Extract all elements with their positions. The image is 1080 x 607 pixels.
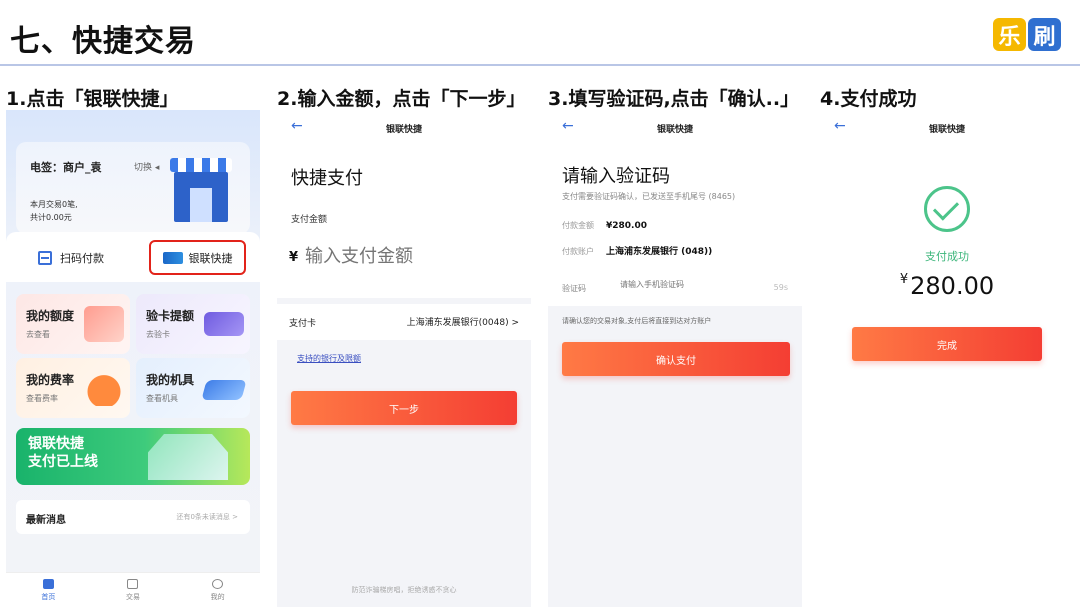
phone-verify-screen: ← 银联快捷 请输入验证码 支付需要验证码确认，已发送至手机尾号 (8465) …	[548, 110, 802, 607]
phone-success-screen: ← 银联快捷 支付成功 ¥280.00 完成	[820, 110, 1074, 607]
payment-card-value: 上海浦东发展银行(0048) >	[406, 318, 519, 328]
tile-sub: 查看费率	[26, 394, 58, 403]
nav-bar: ← 银联快捷	[820, 110, 1074, 144]
stats-line-1: 本月交易0笔,	[30, 200, 78, 209]
amount-label: 付款金额	[562, 221, 594, 230]
nav-bar: ← 银联快捷	[277, 110, 531, 144]
account-value: 上海浦东发展银行 (048))	[606, 247, 713, 257]
cash-icon	[84, 306, 124, 342]
stats-line-2: 共计0.00元	[30, 213, 72, 222]
unionpay-card-icon	[162, 251, 183, 264]
account-label: 付款账户	[562, 247, 594, 256]
banner-line-2: 支付已上线	[28, 454, 98, 470]
switch-merchant-button[interactable]: 切换 ◂	[134, 160, 159, 173]
scan-icon	[38, 251, 52, 265]
step-title-2: 2.输入金额，点击「下一步」	[277, 88, 526, 110]
logo-char-1: 乐	[993, 18, 1026, 51]
title-divider	[0, 64, 1080, 66]
news-meta: 还有0条未读消息 >	[176, 513, 238, 521]
quick-actions: 扫码付款 银联快捷	[6, 232, 260, 282]
done-button[interactable]: 完成	[852, 327, 1042, 361]
merchant-card: 电签：商户_袁 切换 ◂ 本月交易0笔, 共计0.00元	[16, 142, 250, 234]
tab-label: 我的	[210, 592, 225, 601]
confirm-pay-button[interactable]: 确认支付	[562, 342, 790, 376]
tile-sub: 查看机具	[146, 394, 178, 403]
success-check-icon	[924, 186, 970, 232]
countdown-timer[interactable]: 59s	[774, 283, 788, 292]
payment-card-row[interactable]: 支付卡 上海浦东发展银行(0048) >	[277, 304, 531, 340]
money-bag-icon	[84, 370, 124, 406]
amount-card: 快捷支付 支付金额 ¥	[277, 144, 531, 298]
unionpay-quick-label: 银联快捷	[188, 251, 233, 265]
yen-symbol: ¥	[289, 250, 299, 265]
scan-pay-label: 扫码付款	[60, 252, 104, 265]
tile-title: 我的机具	[146, 373, 195, 387]
news-title: 最新消息	[26, 515, 66, 526]
tab-label: 首页	[41, 592, 56, 601]
scan-pay-button[interactable]: 扫码付款	[38, 250, 104, 266]
amount-input[interactable]	[305, 246, 505, 267]
page-heading: 快捷支付	[291, 168, 363, 189]
code-label: 验证码	[562, 284, 586, 293]
tab-label: 交易	[125, 592, 140, 601]
success-text: 支付成功	[925, 250, 969, 263]
step-title-1: 1.点击「银联快捷」	[6, 88, 179, 110]
banner-illustration	[148, 434, 228, 480]
confirm-note: 请确认您的交易对象,支付后将直接到达对方账户	[562, 317, 712, 325]
merchant-name: 电签：商户_袁	[30, 161, 102, 174]
phone-home-screen: 电签：商户_袁 切换 ◂ 本月交易0笔, 共计0.00元 扫码付款 银联快捷 我…	[6, 110, 260, 607]
bottom-tab-bar: 首页 交易 我的	[6, 572, 260, 607]
brand-logo: 乐 刷	[993, 18, 1061, 51]
tile-my-rate[interactable]: 我的费率 查看费率	[16, 358, 130, 418]
banner-line-1: 银联快捷	[28, 436, 84, 452]
next-step-button[interactable]: 下一步	[291, 391, 517, 425]
monthly-stats: 本月交易0笔, 共计0.00元	[30, 198, 78, 224]
verify-subtitle: 支付需要验证码确认，已发送至手机尾号 (8465)	[562, 192, 736, 201]
phone-amount-screen: ← 银联快捷 快捷支付 支付金额 ¥ 支付卡 上海浦东发展银行(0048) > …	[277, 110, 531, 607]
tile-sub: 去查看	[26, 330, 50, 339]
amount-value: ¥280.00	[606, 221, 647, 231]
tile-title: 我的额度	[26, 309, 75, 323]
nav-title: 银联快捷	[385, 125, 422, 135]
tile-my-device[interactable]: 我的机具 查看机具	[136, 358, 250, 418]
wallet-icon	[127, 578, 139, 589]
account-row: 付款账户 上海浦东发展银行 (048))	[562, 244, 712, 257]
amount-label: 支付金额	[291, 215, 328, 225]
page-heading: 请输入验证码	[562, 166, 670, 187]
shop-illustration	[166, 158, 236, 224]
tile-my-limit[interactable]: 我的额度 去查看	[16, 294, 130, 354]
nav-title: 银联快捷	[928, 125, 965, 135]
nav-bar: ← 银联快捷	[548, 110, 802, 144]
yen-symbol: ¥	[899, 272, 909, 287]
code-row: 验证码 59s	[548, 270, 802, 306]
amount-row: 付款金额 ¥280.00	[562, 220, 647, 231]
banner-text: 银联快捷 支付已上线	[28, 435, 98, 471]
bank-card-icon	[204, 312, 244, 336]
supported-banks-link[interactable]: 支持的银行及限额	[297, 353, 361, 364]
step-title-3: 3.填写验证码,点击「确认..」	[548, 88, 800, 110]
latest-news-row[interactable]: 最新消息 还有0条未读消息 >	[16, 500, 250, 534]
home-icon	[42, 578, 54, 589]
anti-fraud-footer: 防范诈骗梯房唱，拒绝诱惑不贪心	[351, 586, 457, 594]
tab-mine[interactable]: 我的	[210, 578, 225, 602]
promo-banner[interactable]: 银联快捷 支付已上线	[16, 428, 250, 485]
tab-transactions[interactable]: 交易	[125, 578, 140, 602]
tile-title: 验卡提额	[146, 309, 195, 323]
slide-title: 七、快捷交易	[10, 24, 196, 59]
payment-card-label: 支付卡	[289, 319, 317, 329]
nav-title: 银联快捷	[656, 125, 693, 135]
paid-amount: ¥280.00	[820, 272, 1074, 300]
amount-value: 280.00	[910, 272, 995, 300]
unionpay-quick-button[interactable]: 银联快捷	[149, 240, 246, 275]
code-input[interactable]	[620, 280, 740, 289]
tile-verify-card[interactable]: 验卡提额 去验卡	[136, 294, 250, 354]
pos-device-icon	[201, 380, 247, 400]
user-icon	[212, 578, 224, 589]
tile-title: 我的费率	[26, 373, 75, 387]
tile-sub: 去验卡	[146, 330, 170, 339]
step-title-4: 4.支付成功	[820, 88, 917, 110]
logo-char-2: 刷	[1028, 18, 1061, 51]
tab-home[interactable]: 首页	[41, 578, 56, 602]
